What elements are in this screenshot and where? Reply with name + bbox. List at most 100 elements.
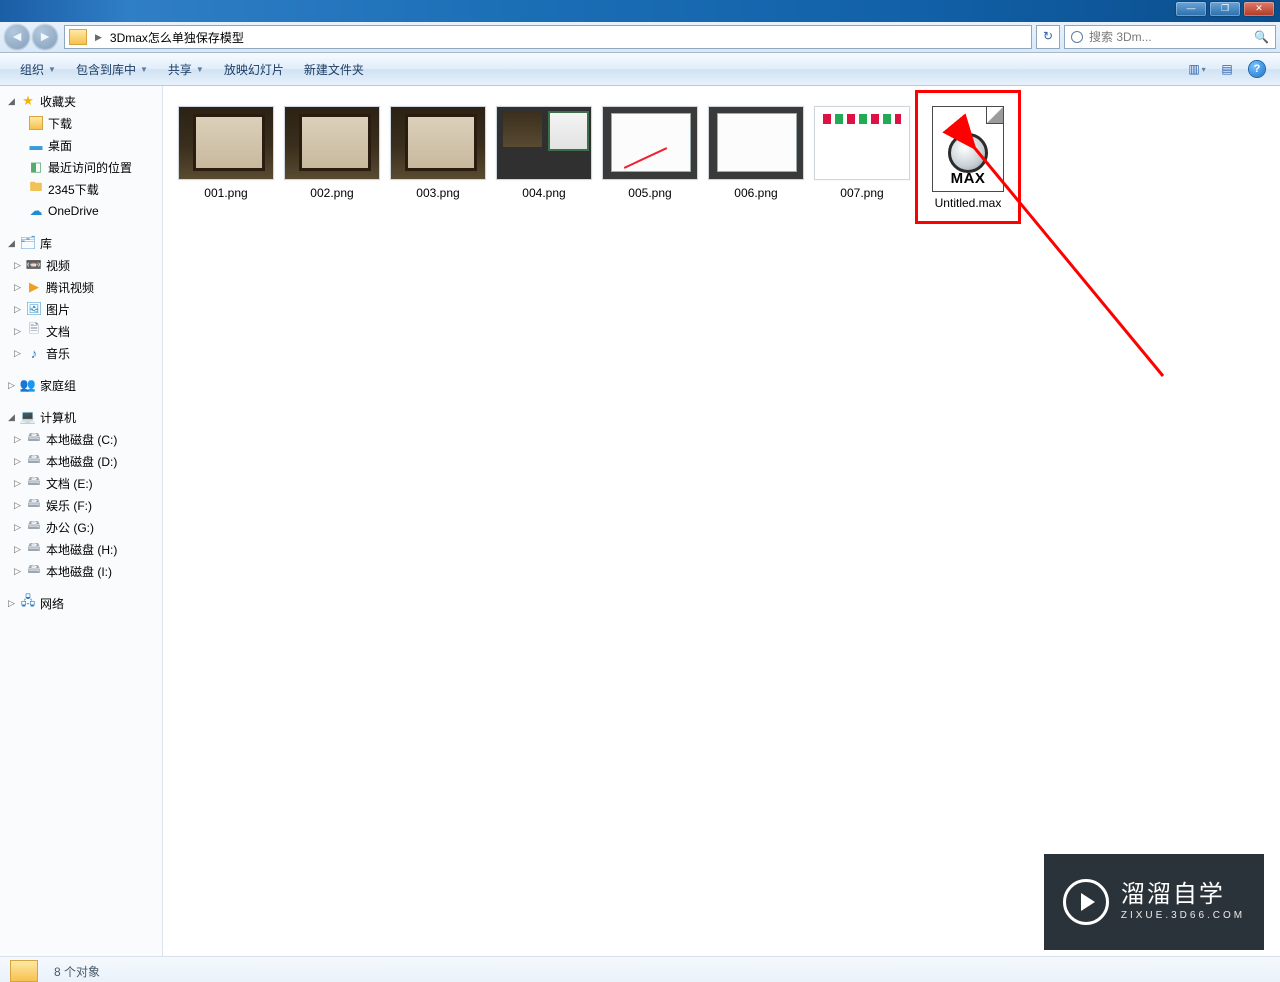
maximize-button[interactable]: ❐: [1210, 2, 1240, 16]
file-item-untitled-max[interactable]: MAX Untitled.max: [915, 106, 1021, 210]
status-object-count: 8 个对象: [54, 963, 100, 980]
tree-expand-icon[interactable]: ◢: [8, 238, 18, 249]
nav-desktop[interactable]: ▬ 桌面: [0, 134, 162, 156]
organize-button[interactable]: 组织▼: [10, 57, 66, 82]
nav-onedrive[interactable]: ☁ OneDrive: [0, 200, 162, 222]
star-icon: ★: [20, 93, 36, 109]
thumbnail: [602, 106, 698, 180]
tree-collapse-icon[interactable]: ▷: [14, 478, 24, 489]
music-icon: ♪: [26, 345, 42, 361]
tree-expand-icon[interactable]: ◢: [8, 412, 18, 423]
nav-tencent-video[interactable]: ▷ ▶ 腾讯视频: [0, 276, 162, 298]
thumbnail: [708, 106, 804, 180]
nav-disk-e[interactable]: ▷ 🖴 文档 (E:): [0, 472, 162, 494]
nav-libraries[interactable]: ◢ 🗂 库: [0, 232, 162, 254]
new-folder-button[interactable]: 新建文件夹: [294, 57, 374, 82]
watermark-title: 溜溜自学: [1121, 883, 1245, 907]
file-name: 007.png: [809, 186, 915, 200]
nav-forward-button[interactable]: ►: [32, 24, 58, 50]
view-mode-icon: ▥: [1188, 62, 1199, 76]
share-button[interactable]: 共享▼: [158, 57, 214, 82]
tree-collapse-icon[interactable]: ▷: [14, 544, 24, 555]
refresh-button[interactable]: ↻: [1036, 25, 1060, 49]
file-name: 001.png: [173, 186, 279, 200]
file-item-002[interactable]: 002.png: [279, 106, 385, 210]
nav-homegroup[interactable]: ▷ 👥 家庭组: [0, 374, 162, 396]
include-in-library-button[interactable]: 包含到库中▼: [66, 57, 158, 82]
address-bar[interactable]: ▶ 3Dmax怎么单独保存模型: [64, 25, 1032, 49]
homegroup-icon: 👥: [20, 377, 36, 393]
video-icon: 📼: [26, 257, 42, 273]
documents-icon: 🗎: [26, 323, 42, 339]
nav-disk-d[interactable]: ▷ 🖴 本地磁盘 (D:): [0, 450, 162, 472]
folder-icon: [69, 29, 87, 45]
tree-collapse-icon[interactable]: ▷: [14, 304, 24, 315]
tree-collapse-icon[interactable]: ▷: [8, 598, 18, 609]
nav-favorites[interactable]: ◢ ★ 收藏夹: [0, 90, 162, 112]
change-view-button[interactable]: ▥ ▾: [1184, 58, 1210, 80]
nav-computer[interactable]: ◢ 💻 计算机: [0, 406, 162, 428]
nav-videos[interactable]: ▷ 📼 视频: [0, 254, 162, 276]
tree-collapse-icon[interactable]: ▷: [14, 566, 24, 577]
nav-bar: ◄ ► ▶ 3Dmax怎么单独保存模型 ↻ 搜索 3Dm... 🔍: [0, 22, 1280, 53]
onedrive-icon: ☁: [28, 203, 44, 219]
file-item-007[interactable]: 007.png: [809, 106, 915, 210]
watermark-subtitle: ZIXUE.3D66.COM: [1121, 911, 1245, 921]
nav-disk-g[interactable]: ▷ 🖴 办公 (G:): [0, 516, 162, 538]
thumbnail: [390, 106, 486, 180]
tree-expand-icon[interactable]: ◢: [8, 96, 18, 107]
breadcrumb-sep-icon: ▶: [95, 32, 102, 43]
tree-collapse-icon[interactable]: ▷: [14, 282, 24, 293]
status-folder-icon: [10, 960, 38, 982]
nav-disk-c[interactable]: ▷ 🖴 本地磁盘 (C:): [0, 428, 162, 450]
downloads-icon: [28, 115, 44, 131]
tree-collapse-icon[interactable]: ▷: [8, 380, 18, 391]
desktop-icon: ▬: [28, 137, 44, 153]
file-name: 004.png: [491, 186, 597, 200]
max-file-icon: MAX: [932, 106, 1004, 192]
content-pane: 001.png 002.png 003.png 004.png 005.png: [163, 86, 1280, 956]
nav-music[interactable]: ▷ ♪ 音乐: [0, 342, 162, 364]
tree-collapse-icon[interactable]: ▷: [14, 500, 24, 511]
nav-disk-i[interactable]: ▷ 🖴 本地磁盘 (I:): [0, 560, 162, 582]
preview-pane-icon: ▤: [1221, 62, 1232, 76]
nav-recent-places[interactable]: ◧ 最近访问的位置: [0, 156, 162, 178]
tree-collapse-icon[interactable]: ▷: [14, 456, 24, 467]
nav-documents[interactable]: ▷ 🗎 文档: [0, 320, 162, 342]
command-bar: 组织▼ 包含到库中▼ 共享▼ 放映幻灯片 新建文件夹 ▥ ▾ ▤ ?: [0, 53, 1280, 86]
tree-collapse-icon[interactable]: ▷: [14, 522, 24, 533]
file-name: 002.png: [279, 186, 385, 200]
close-button[interactable]: ✕: [1244, 2, 1274, 16]
chevron-down-icon: ▼: [196, 65, 204, 74]
nav-pictures[interactable]: ▷ 🖼 图片: [0, 298, 162, 320]
nav-disk-h[interactable]: ▷ 🖴 本地磁盘 (H:): [0, 538, 162, 560]
thumbnail: [284, 106, 380, 180]
slideshow-button[interactable]: 放映幻灯片: [214, 57, 294, 82]
tree-collapse-icon[interactable]: ▷: [14, 326, 24, 337]
file-name: 003.png: [385, 186, 491, 200]
tree-collapse-icon[interactable]: ▷: [14, 348, 24, 359]
nav-network[interactable]: ▷ 🖧 网络: [0, 592, 162, 614]
help-button[interactable]: ?: [1244, 58, 1270, 80]
minimize-button[interactable]: —: [1176, 2, 1206, 16]
file-item-004[interactable]: 004.png: [491, 106, 597, 210]
search-input[interactable]: 搜索 3Dm... 🔍: [1064, 25, 1276, 49]
file-item-006[interactable]: 006.png: [703, 106, 809, 210]
thumbnail: [178, 106, 274, 180]
nav-disk-f[interactable]: ▷ 🖴 娱乐 (F:): [0, 494, 162, 516]
tree-collapse-icon[interactable]: ▷: [14, 260, 24, 271]
thumbnail: [814, 106, 910, 180]
file-item-005[interactable]: 005.png: [597, 106, 703, 210]
file-item-003[interactable]: 003.png: [385, 106, 491, 210]
nav-2345-download[interactable]: 🖿 2345下载: [0, 178, 162, 200]
file-item-001[interactable]: 001.png: [173, 106, 279, 210]
watermark: 溜溜自学 ZIXUE.3D66.COM: [1044, 854, 1264, 950]
tree-collapse-icon[interactable]: ▷: [14, 434, 24, 445]
preview-pane-button[interactable]: ▤: [1214, 58, 1240, 80]
breadcrumb[interactable]: 3Dmax怎么单独保存模型: [104, 29, 248, 46]
file-name: 005.png: [597, 186, 703, 200]
nav-downloads[interactable]: 下载: [0, 112, 162, 134]
nav-back-button[interactable]: ◄: [4, 24, 30, 50]
thumbnail: [496, 106, 592, 180]
file-name: 006.png: [703, 186, 809, 200]
